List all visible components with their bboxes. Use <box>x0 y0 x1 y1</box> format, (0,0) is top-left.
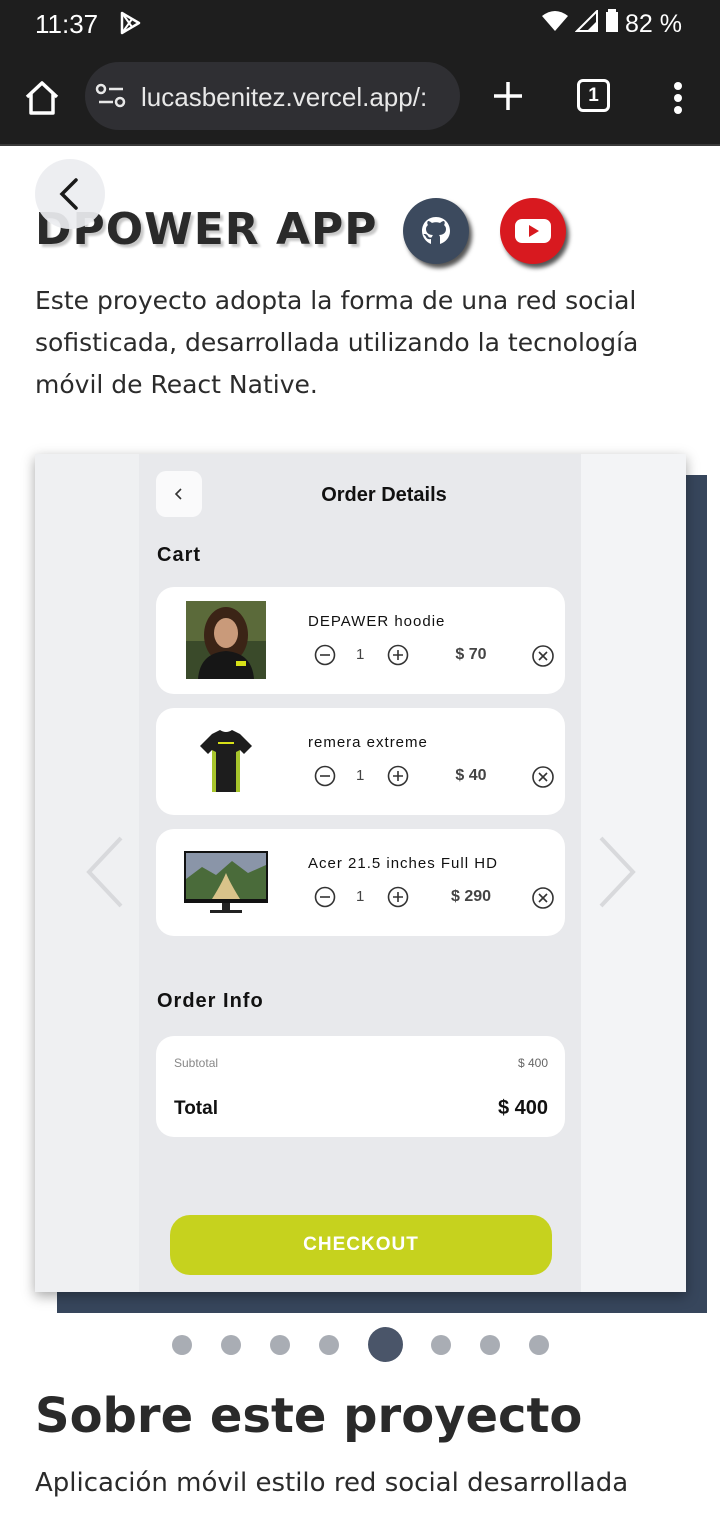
item-price: $ 40 <box>455 767 487 784</box>
item-name: Acer 21.5 inches Full HD <box>308 855 498 872</box>
increase-qty-icon[interactable] <box>387 765 409 787</box>
order-info-heading: Order Info <box>157 990 264 1012</box>
item-quantity: 1 <box>356 646 365 663</box>
chevron-left-icon <box>59 178 78 210</box>
item-price: $ 70 <box>455 646 487 663</box>
carousel-dot[interactable] <box>221 1335 241 1355</box>
cart-item: Acer 21.5 inches Full HD 1 $ 290 <box>156 829 565 936</box>
total-label: Total <box>174 1098 218 1119</box>
item-name: DEPAWER hoodie <box>308 613 446 630</box>
url-bar[interactable]: lucasbenitez.vercel.app/: <box>85 62 460 130</box>
about-heading: Sobre este proyecto <box>35 1388 583 1444</box>
about-text: Aplicación móvil estilo red social desar… <box>35 1468 629 1498</box>
increase-qty-icon[interactable] <box>387 886 409 908</box>
item-quantity: 1 <box>356 767 365 784</box>
monitor-photo <box>182 843 270 921</box>
item-quantity: 1 <box>356 888 365 905</box>
project-description: Este proyecto adopta la forma de una red… <box>35 286 639 399</box>
carousel-dots <box>0 1327 720 1363</box>
carousel-dot[interactable] <box>480 1335 500 1355</box>
total-value: $ 400 <box>497 1097 548 1119</box>
github-icon <box>422 217 450 244</box>
decrease-qty-icon[interactable] <box>314 886 336 908</box>
battery-icon <box>605 9 619 40</box>
status-bar: 11:37 82 % <box>0 0 720 48</box>
carousel-dot[interactable] <box>431 1335 451 1355</box>
battery-percent: 82 % <box>625 10 682 38</box>
github-link[interactable] <box>403 198 469 264</box>
site-settings-icon[interactable] <box>95 82 127 117</box>
tab-switcher-button[interactable]: 1 <box>577 79 610 112</box>
carousel-prev-icon[interactable] <box>83 834 127 910</box>
more-menu-icon[interactable] <box>668 78 688 118</box>
tshirt-photo <box>186 722 266 800</box>
status-time: 11:37 <box>35 9 99 39</box>
subtotal-label: Subtotal <box>174 1056 219 1070</box>
order-title: Order Details <box>321 484 447 506</box>
order-summary: Subtotal $ 400 Total $ 400 <box>156 1036 565 1137</box>
hoodie-photo <box>186 601 266 679</box>
order-details-screenshot: Order Details Cart DEPAWER hoodie 1 $ 70 <box>139 454 581 1292</box>
cart-item: DEPAWER hoodie 1 $ 70 <box>156 587 565 694</box>
page-back-button[interactable] <box>35 159 105 229</box>
carousel-dot[interactable] <box>270 1335 290 1355</box>
carousel-slide: Order Details Cart DEPAWER hoodie 1 $ 70 <box>35 454 686 1292</box>
youtube-icon <box>515 219 551 243</box>
remove-item-icon[interactable] <box>531 886 555 910</box>
play-store-icon <box>118 11 142 40</box>
cart-item: remera extreme 1 $ 40 <box>156 708 565 815</box>
browser-toolbar: lucasbenitez.vercel.app/: 1 <box>0 48 720 146</box>
item-name: remera extreme <box>308 734 428 751</box>
carousel-dot[interactable] <box>319 1335 339 1355</box>
decrease-qty-icon[interactable] <box>314 765 336 787</box>
carousel-dot[interactable] <box>529 1335 549 1355</box>
new-tab-icon[interactable] <box>490 78 526 114</box>
signal-icon <box>574 8 599 39</box>
item-price: $ 290 <box>450 888 492 905</box>
wifi-icon <box>541 10 569 39</box>
decrease-qty-icon[interactable] <box>314 644 336 666</box>
carousel-next-icon[interactable] <box>595 834 639 910</box>
checkout-button[interactable]: CHECKOUT <box>170 1215 552 1275</box>
home-icon[interactable] <box>22 78 62 118</box>
carousel-dot-active[interactable] <box>368 1327 403 1362</box>
remove-item-icon[interactable] <box>531 765 555 789</box>
subtotal-value: $ 400 <box>517 1056 548 1070</box>
cart-heading: Cart <box>157 544 202 566</box>
increase-qty-icon[interactable] <box>387 644 409 666</box>
remove-item-icon[interactable] <box>531 644 555 668</box>
carousel-dot[interactable] <box>172 1335 192 1355</box>
url-text[interactable]: lucasbenitez.vercel.app/: <box>141 82 427 113</box>
youtube-link[interactable] <box>500 198 566 264</box>
